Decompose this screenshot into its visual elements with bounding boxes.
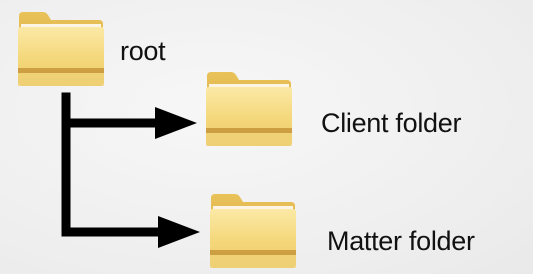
root-folder-label: root xyxy=(120,36,166,66)
arrowhead-client xyxy=(155,107,197,139)
diagram-canvas: root Client folder Matter folder xyxy=(0,0,533,274)
arrowhead-matter xyxy=(158,216,200,248)
root-folder-icon xyxy=(15,10,107,90)
matter-folder-label: Matter folder xyxy=(327,226,475,256)
client-folder-icon xyxy=(203,70,295,150)
matter-folder-icon xyxy=(207,192,299,272)
client-folder-label: Client folder xyxy=(321,108,462,138)
